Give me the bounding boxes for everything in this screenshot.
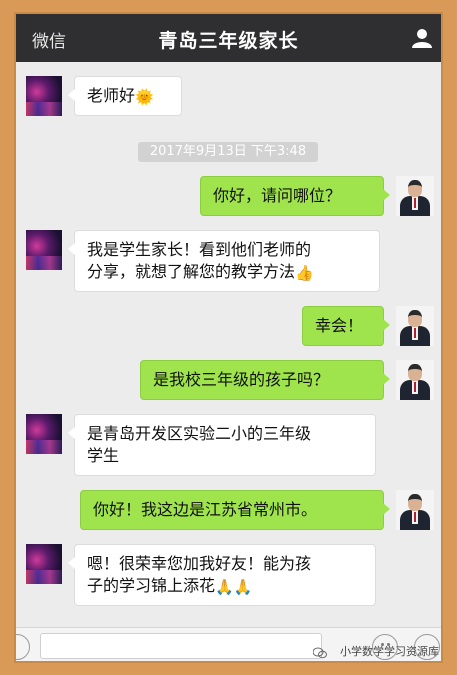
avatar[interactable] (26, 544, 62, 584)
chat-title: 青岛三年级家长 (158, 30, 299, 52)
voice-button[interactable] (16, 634, 30, 660)
message-text: 老师好 (87, 86, 136, 105)
avatar[interactable] (26, 76, 62, 116)
avatar[interactable] (396, 306, 434, 346)
sun-icon: 🌞 (135, 87, 154, 106)
message-text-line: 嗯！很荣幸您加我好友！能为孩 (87, 554, 312, 573)
message-bubble[interactable]: 你好，请问哪位？ (200, 176, 390, 216)
message-text-line: 子的学习锦上添花 (87, 576, 216, 595)
message-text: 是我校三年级的孩子吗？ (153, 370, 330, 389)
thumbs-up-icon: 👍 (295, 263, 314, 282)
message-text: 你好，请问哪位？ (213, 186, 342, 205)
message-text-line: 我是学生家长！看到他们老师的 (87, 240, 312, 259)
message-bubble[interactable]: 幸会！ (302, 306, 390, 346)
folded-hands-icon: 🙏🙏 (215, 577, 253, 596)
wechat-icon (313, 647, 327, 659)
message-text: 幸会！ (315, 316, 364, 335)
message-bubble[interactable]: 是青岛开发区实验二小的三年级 学生 (68, 414, 376, 476)
chat-window: 微信 青岛三年级家长 老师好🌞 2017年9月13日 下午3:48 你好，请问哪… (16, 14, 441, 661)
message-text-line: 学生 (87, 446, 120, 465)
watermark: 小学数学学习资源库 (340, 645, 439, 658)
person-icon[interactable] (411, 28, 433, 48)
message-text: 你好！我这边是江苏省常州市。 (93, 500, 318, 519)
avatar[interactable] (396, 176, 434, 216)
avatar[interactable] (396, 490, 434, 530)
title-bar: 微信 青岛三年级家长 (16, 14, 441, 62)
avatar[interactable] (26, 230, 62, 270)
message-bubble[interactable]: 是我校三年级的孩子吗？ (140, 360, 390, 400)
message-bubble[interactable]: 老师好🌞 (68, 76, 182, 116)
message-bubble[interactable]: 嗯！很荣幸您加我好友！能为孩 子的学习锦上添花🙏🙏 (68, 544, 376, 606)
avatar[interactable] (396, 360, 434, 400)
message-text-line: 是青岛开发区实验二小的三年级 (87, 424, 312, 443)
timestamp: 2017年9月13日 下午3:48 (138, 142, 318, 162)
message-text-line: 分享，就想了解您的教学方法 (87, 262, 296, 281)
message-bubble[interactable]: 我是学生家长！看到他们老师的 分享，就想了解您的教学方法👍 (68, 230, 380, 292)
message-input[interactable] (40, 633, 322, 659)
message-bubble[interactable]: 你好！我这边是江苏省常州市。 (80, 490, 390, 530)
avatar[interactable] (26, 414, 62, 454)
